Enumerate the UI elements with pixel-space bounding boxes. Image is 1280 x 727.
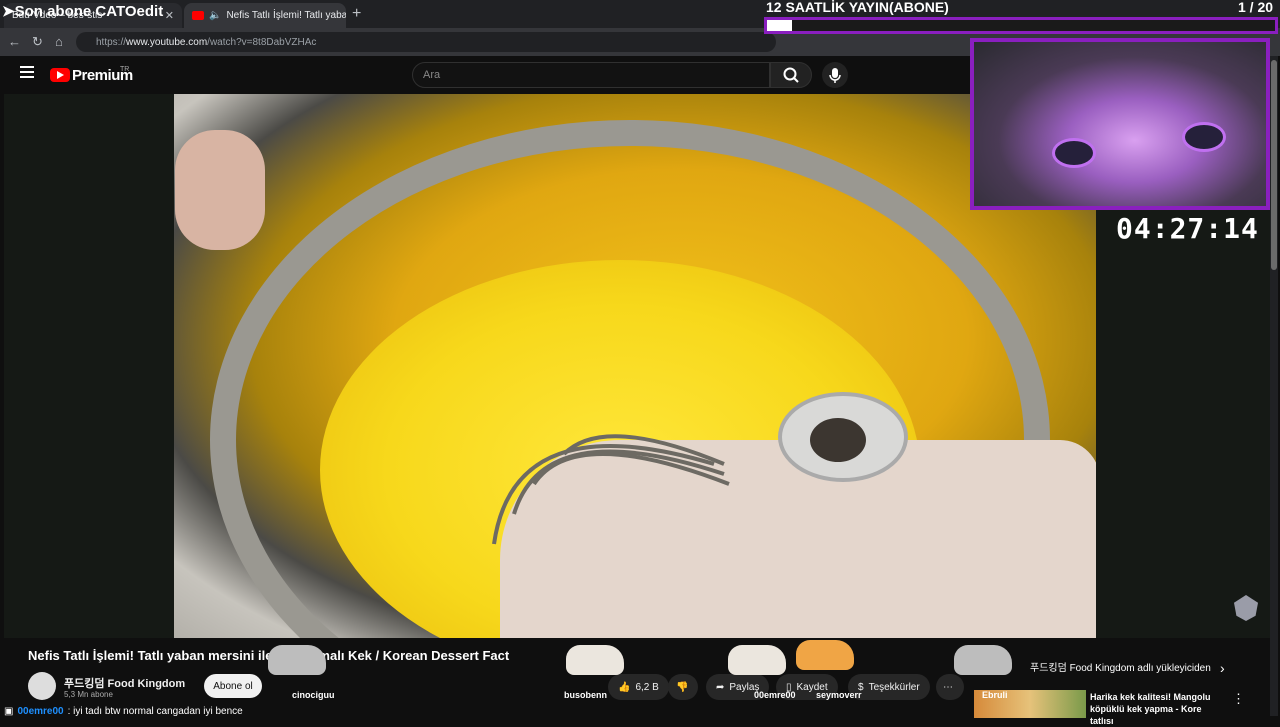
goal-progress-bar [764, 17, 1278, 34]
channel-avatar[interactable] [28, 672, 56, 700]
reload-icon[interactable]: ↻ [32, 34, 43, 50]
speaker-icon[interactable]: 🔈 [209, 10, 221, 21]
url-field[interactable]: https://www.youtube.com/watch?v=8t8DabVZ… [76, 32, 776, 52]
thumbs-down-icon: 👎 [676, 681, 689, 693]
stream-timer: 04:27:14 [1116, 212, 1259, 245]
country-code: TR [120, 66, 130, 73]
microphone-icon [829, 68, 841, 83]
voice-search-button[interactable] [822, 62, 848, 88]
cat-name: seymoverr [816, 690, 862, 700]
subscriber-count: 5,3 Mn abone [64, 690, 113, 699]
home-icon[interactable]: ⌂ [55, 34, 63, 49]
cat-sprite-gray [268, 645, 326, 675]
search-icon [783, 67, 799, 83]
chat-badge-icon: ▣ [4, 706, 14, 717]
cat-name: 00emre00 [754, 690, 796, 700]
goal-counter: 1 / 20 [1238, 0, 1274, 15]
scrollbar-thumb[interactable] [1271, 60, 1277, 270]
url-path: /watch?v=8t8DabVZHAc [207, 36, 317, 48]
like-count: 6,2 B [635, 681, 659, 693]
tab-youtube[interactable]: 🔈 Nefis Tatlı İşlemi! Tatlı yaban mersin… [184, 3, 346, 28]
cat-sprite-white [566, 645, 624, 675]
next-video-title[interactable]: Harika kek kalitesi! Mangolu köpüklü kek… [1090, 691, 1220, 727]
youtube-logo-icon[interactable] [50, 68, 70, 82]
webcam-overlay [970, 38, 1270, 210]
cat-name: busobenn [564, 690, 607, 700]
new-tab-button[interactable]: + [352, 5, 361, 23]
dislike-button[interactable]: 👎 [668, 674, 698, 700]
cat-eye-right [1182, 122, 1226, 152]
menu-icon[interactable] [20, 66, 34, 78]
more-actions-button[interactable]: ⋯ [936, 674, 964, 700]
share-icon: ➦ [716, 681, 725, 693]
url-prefix: https:// [96, 36, 127, 48]
like-button[interactable]: 👍 6,2 B [608, 674, 669, 700]
url-host: www.youtube.com [126, 36, 208, 48]
stream-title: 12 SAATLİK YAYIN(ABONE) [766, 0, 949, 15]
more-options-icon[interactable]: ⋮ [1232, 691, 1245, 707]
cat-sprite-white [728, 645, 786, 675]
chat-line: ▣ 00emre00 : iyi tadı btw normal cangada… [0, 703, 384, 720]
cat-name: cinociguu [292, 690, 335, 700]
finger-image [175, 130, 265, 250]
more-actions-label: ⋯ [943, 681, 953, 693]
goal-progress-fill [767, 20, 792, 31]
cat-eye-left [1052, 138, 1096, 168]
search-input[interactable]: Ara [412, 62, 770, 88]
chat-username: 00emre00 [17, 706, 64, 717]
uploader-chip[interactable]: 푸드킹덤 Food Kingdom adlı yükleyiciden [1030, 659, 1211, 674]
whisk-hole [810, 418, 866, 462]
thumbs-up-icon: 👍 [618, 681, 631, 693]
back-icon[interactable]: ← [8, 34, 21, 49]
youtube-favicon-icon [192, 11, 204, 20]
thanks-label: Teşekkürler [868, 681, 920, 693]
chat-message: : iyi tadı btw normal cangadan iyi bence [67, 706, 243, 717]
tab-label: Nefis Tatlı İşlemi! Tatlı yaban mersini [226, 10, 346, 21]
subscribe-button[interactable]: Abone ol [204, 674, 262, 698]
cat-sprite-orange [796, 640, 854, 670]
whisk-wires-image [492, 434, 730, 545]
close-icon[interactable]: ✕ [165, 9, 174, 22]
cat-sprite-gray [954, 645, 1012, 675]
thumbnail-label: Ebruli [982, 690, 1008, 700]
last-subscriber-label: ➤Son abone CATOedit [2, 3, 164, 20]
video-frame[interactable] [174, 94, 1096, 638]
chevron-right-icon[interactable]: › [1220, 660, 1225, 676]
channel-name[interactable]: 푸드킹덤 Food Kingdom [64, 675, 185, 691]
search-button[interactable] [770, 62, 812, 88]
